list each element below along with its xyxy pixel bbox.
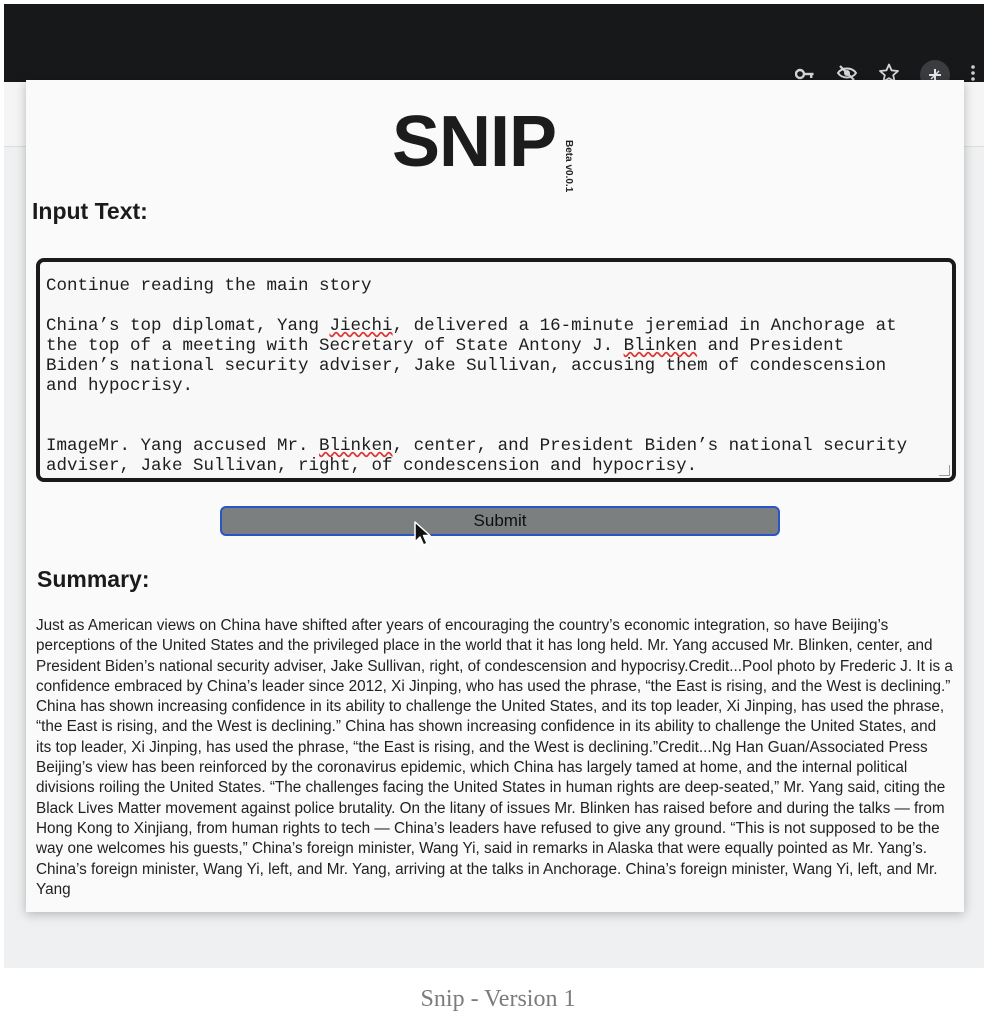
browser-toolbar [4, 4, 984, 90]
spellcheck-word: Blinken [319, 436, 393, 456]
mouse-cursor-icon [414, 521, 431, 546]
input-p1-a: China’s top diplomat, Yang [46, 316, 330, 336]
summary-text: Just as American views on China have shi… [36, 617, 953, 898]
submit-button[interactable]: Submit [220, 506, 780, 536]
input-title: Input Text: [32, 198, 148, 224]
version-badge: Beta v0.0.1 [563, 140, 574, 193]
resize-handle[interactable] [939, 465, 950, 476]
input-text[interactable]: Continue reading the main story China’s … [40, 262, 952, 476]
summary-title: Summary: [37, 566, 150, 592]
app-logo: SNIP Beta v0.0.1 [392, 102, 574, 192]
logo-text: SNIP [392, 102, 557, 182]
photo-frame: SNIP Beta v0.0.1 Input Text: Continue re… [4, 4, 984, 968]
extension-popup: SNIP Beta v0.0.1 Input Text: Continue re… [26, 80, 964, 912]
spellcheck-word: Jiechi [329, 316, 393, 336]
input-line-1: Continue reading the main story [46, 276, 372, 296]
input-textarea[interactable]: Continue reading the main story China’s … [36, 258, 956, 482]
image-caption: Snip - Version 1 [420, 986, 576, 1012]
input-p2-a: ImageMr. Yang accused Mr. [46, 436, 320, 456]
spellcheck-word: Blinken [623, 336, 698, 356]
